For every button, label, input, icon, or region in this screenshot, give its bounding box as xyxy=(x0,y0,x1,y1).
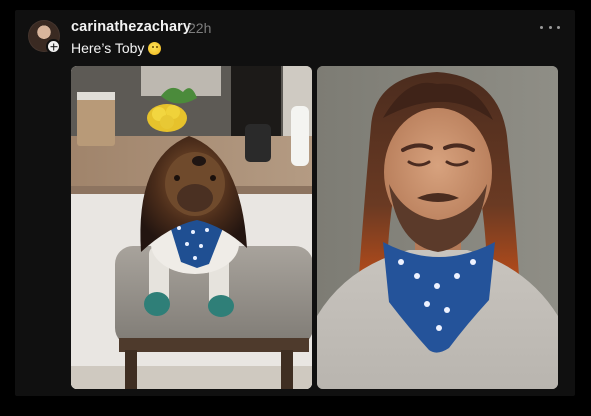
more-dot xyxy=(557,25,560,29)
timestamp: 22h xyxy=(188,20,212,36)
add-follow-icon[interactable] xyxy=(46,39,61,54)
post-caption: Here’s Toby xyxy=(71,40,145,56)
dog-illustration xyxy=(71,66,312,389)
more-dot xyxy=(548,25,552,29)
more-dot xyxy=(540,25,543,29)
more-horizontal-icon[interactable] xyxy=(540,18,560,36)
username[interactable]: carinathezachary xyxy=(71,19,191,35)
man-photo[interactable] xyxy=(317,66,558,389)
man-illustration xyxy=(317,66,558,389)
dog-photo[interactable] xyxy=(71,66,312,389)
smiling-face-emoji-icon xyxy=(148,42,161,55)
